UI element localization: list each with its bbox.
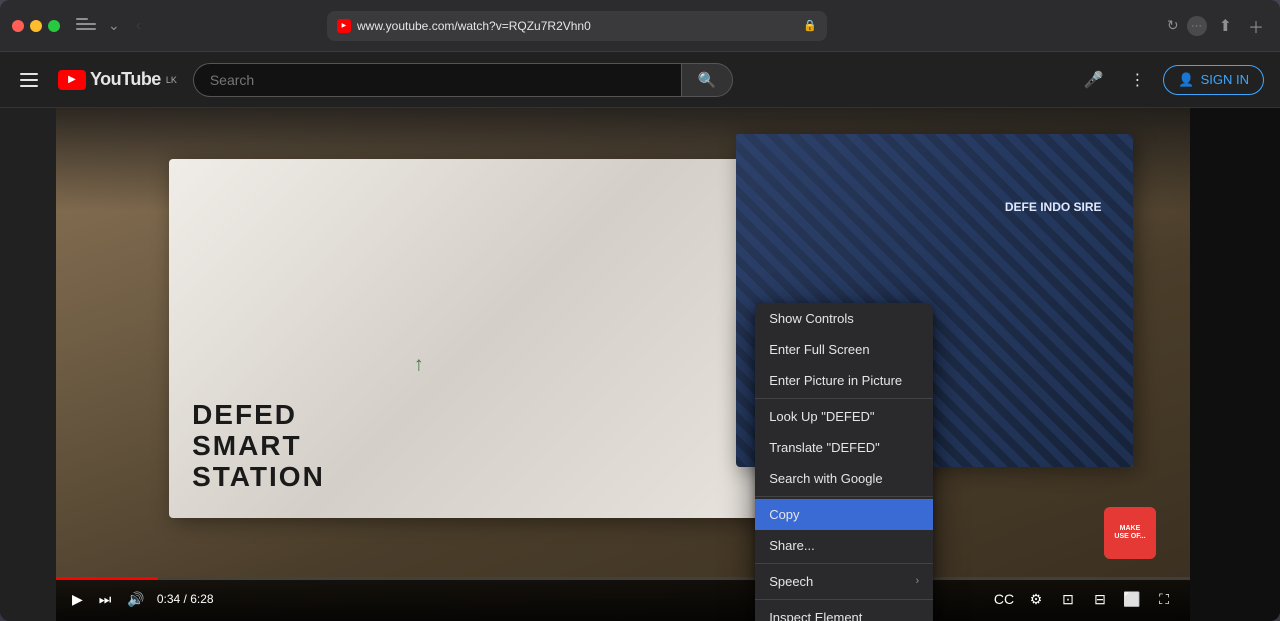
context-menu-item-pip[interactable]: Enter Picture in Picture — [755, 365, 933, 396]
pip-label: Enter Picture in Picture — [769, 373, 902, 388]
new-tab-button[interactable]: ＋ — [1244, 12, 1268, 40]
context-menu-item-fullscreen[interactable]: Enter Full Screen — [755, 334, 933, 365]
play-button[interactable]: ▶ — [68, 589, 87, 610]
refresh-button[interactable]: ↻ — [1167, 17, 1179, 34]
context-menu-item-show-controls[interactable]: Show Controls — [755, 303, 933, 334]
titlebar: ⌄ ‹ www.youtube.com/watch?v=RQZu7R2Vhn0 … — [0, 0, 1280, 52]
context-menu: Show Controls Enter Full Screen Enter Pi… — [755, 303, 933, 621]
copy-label: Copy — [769, 507, 799, 522]
context-menu-separator-2 — [755, 496, 933, 497]
nav-buttons: ‹ — [132, 15, 145, 37]
youtube-logo[interactable]: YouTube LK — [58, 69, 177, 90]
speech-submenu-chevron-icon: › — [916, 575, 920, 587]
share-label: Share... — [769, 538, 815, 553]
sign-in-label: SIGN IN — [1201, 72, 1249, 87]
youtube-header: YouTube LK 🔍 🎤 ⋮ 👤 SIGN IN — [0, 52, 1280, 108]
header-right-actions: 🎤 ⋮ 👤 SIGN IN — [1075, 62, 1264, 98]
settings-button[interactable]: ⚙ — [1022, 585, 1050, 613]
youtube-country-code: LK — [166, 75, 177, 85]
mic-button[interactable]: 🎤 — [1075, 62, 1111, 98]
time-total: 6:28 — [190, 592, 213, 606]
video-badge: MAKEUSE OF... — [1104, 507, 1156, 559]
search-input[interactable] — [193, 63, 681, 97]
address-bar[interactable]: www.youtube.com/watch?v=RQZu7R2Vhn0 🔒 — [327, 11, 827, 41]
fullscreen-label: Enter Full Screen — [769, 342, 869, 357]
maximize-button[interactable] — [48, 20, 60, 32]
context-menu-item-speech[interactable]: Speech › — [755, 566, 933, 597]
context-menu-item-search-google[interactable]: Search with Google — [755, 463, 933, 494]
titlebar-actions: ↻ ··· ⬆ ＋ — [1167, 12, 1268, 40]
search-bar: 🔍 — [193, 63, 733, 97]
video-controls-bar: ▶ ⏭ 🔊 0:34 / 6:28 CC ⚙ ⊡ ⊟ ⬜ ⛶ — [56, 577, 1190, 621]
next-button[interactable]: ⏭ — [95, 589, 116, 610]
speech-label: Speech — [769, 574, 813, 589]
volume-button[interactable]: 🔊 — [123, 589, 148, 610]
context-menu-separator-4 — [755, 599, 933, 600]
context-menu-item-inspect[interactable]: Inspect Element — [755, 602, 933, 621]
sidebar-toggle-button[interactable] — [76, 18, 96, 34]
right-panel — [1190, 108, 1280, 621]
hamburger-button[interactable] — [16, 69, 42, 91]
share-button[interactable]: ⬆ — [1215, 14, 1236, 38]
video-frame: DEFE INDO SIRE ↑ DEFEDSMARTSTATION MAKEU… — [56, 108, 1190, 621]
site-favicon — [337, 19, 351, 33]
progress-bar-container[interactable] — [56, 577, 1190, 580]
miniplayer-button[interactable]: ⊡ — [1054, 585, 1082, 613]
video-blue-text: DEFE INDO SIRE — [1005, 200, 1102, 216]
time-separator: / — [184, 592, 187, 606]
video-arrow-icon: ↑ — [414, 353, 424, 376]
video-area[interactable]: DEFE INDO SIRE ↑ DEFEDSMARTSTATION MAKEU… — [56, 108, 1190, 621]
video-text-overlay: DEFEDSMARTSTATION — [192, 400, 325, 492]
lock-icon: 🔒 — [803, 19, 817, 32]
context-menu-item-copy[interactable]: Copy — [755, 499, 933, 530]
sidebar-chevron-icon[interactable]: ⌄ — [108, 17, 120, 34]
progress-bar-fill — [56, 577, 158, 580]
airplay-button[interactable]: ⬜ — [1118, 585, 1146, 613]
sign-in-button[interactable]: 👤 SIGN IN — [1163, 65, 1264, 95]
time-current: 0:34 — [157, 592, 180, 606]
url-text: www.youtube.com/watch?v=RQZu7R2Vhn0 — [357, 19, 797, 33]
video-background: DEFE INDO SIRE ↑ DEFEDSMARTSTATION MAKEU… — [56, 108, 1190, 621]
cc-button[interactable]: CC — [990, 585, 1018, 613]
close-button[interactable] — [12, 20, 24, 32]
minimize-button[interactable] — [30, 20, 42, 32]
search-button[interactable]: 🔍 — [681, 63, 733, 97]
youtube-logo-icon — [58, 70, 86, 90]
context-menu-separator-3 — [755, 563, 933, 564]
context-menu-separator-1 — [755, 398, 933, 399]
context-menu-item-translate[interactable]: Translate "DEFED" — [755, 432, 933, 463]
sign-in-icon: 👤 — [1178, 72, 1194, 88]
time-display: 0:34 / 6:28 — [157, 592, 214, 606]
fullscreen-button[interactable]: ⛶ — [1150, 585, 1178, 613]
lookup-label: Look Up "DEFED" — [769, 409, 874, 424]
traffic-lights — [12, 20, 60, 32]
context-menu-item-share[interactable]: Share... — [755, 530, 933, 561]
more-options-button[interactable]: ⋮ — [1119, 62, 1155, 98]
left-sidebar — [0, 108, 56, 621]
main-content: DEFE INDO SIRE ↑ DEFEDSMARTSTATION MAKEU… — [0, 108, 1280, 621]
translate-label: Translate "DEFED" — [769, 440, 880, 455]
browser-window: ⌄ ‹ www.youtube.com/watch?v=RQZu7R2Vhn0 … — [0, 0, 1280, 621]
video-container: DEFE INDO SIRE ↑ DEFEDSMARTSTATION MAKEU… — [56, 108, 1190, 621]
show-controls-label: Show Controls — [769, 311, 854, 326]
context-menu-item-lookup[interactable]: Look Up "DEFED" — [755, 401, 933, 432]
theater-button[interactable]: ⊟ — [1086, 585, 1114, 613]
inspect-label: Inspect Element — [769, 610, 862, 621]
back-button[interactable]: ‹ — [132, 15, 145, 37]
youtube-logo-text: YouTube — [90, 69, 161, 90]
right-controls: CC ⚙ ⊡ ⊟ ⬜ ⛶ — [990, 585, 1178, 613]
more-button[interactable]: ··· — [1187, 16, 1207, 36]
search-google-label: Search with Google — [769, 471, 882, 486]
